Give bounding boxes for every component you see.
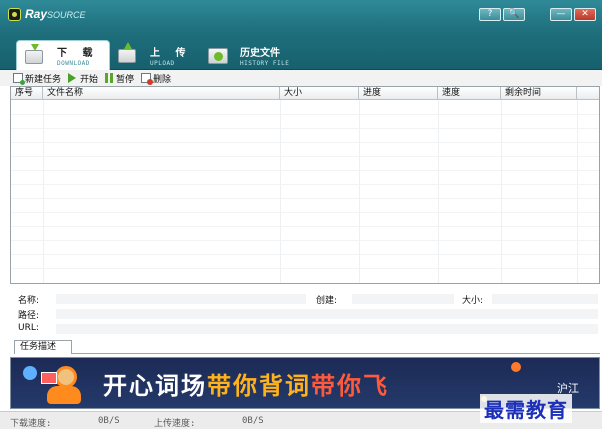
title-bar: RaySOURCE ? 🔍 — ✕ 下 载 DOWNLOAD 上 传 UPLOA…: [0, 0, 602, 70]
column-header-size[interactable]: 大小: [280, 87, 359, 99]
table-body[interactable]: [11, 100, 599, 283]
toolbar: 新建任务 开始 暂停 删除: [0, 70, 602, 86]
history-box-icon: [208, 46, 230, 64]
logo-icon: [8, 7, 21, 21]
divider: [72, 353, 600, 354]
name-label: 名称:: [18, 296, 40, 306]
tab-history-sub: HISTORY FILE: [240, 59, 290, 67]
banner-text-white: 开心词场: [103, 372, 207, 400]
pause-label: 暂停: [116, 74, 135, 85]
logo-main: Ray: [25, 7, 48, 21]
logo-sub: SOURCE: [47, 10, 86, 20]
task-table[interactable]: 序号 文件名称 大小 进度 速度 剩余时间: [10, 86, 600, 284]
planet-decoration: [511, 362, 521, 372]
download-speed-label: 下载速度:: [10, 419, 52, 429]
start-label: 开始: [80, 74, 99, 85]
app-logo: RaySOURCE: [8, 7, 86, 21]
download-box-icon: [25, 43, 47, 65]
delete-button[interactable]: 删除: [141, 72, 171, 85]
minimize-button[interactable]: —: [550, 8, 572, 21]
column-header-filename[interactable]: 文件名称: [43, 87, 280, 99]
play-icon: [68, 73, 77, 83]
path-value: [56, 309, 598, 319]
path-label: 路径:: [18, 311, 40, 321]
created-value: [352, 294, 454, 304]
size-value: [492, 294, 598, 304]
new-task-label: 新建任务: [25, 74, 62, 85]
new-task-button[interactable]: 新建任务: [13, 72, 61, 85]
astronaut-illustration: [41, 362, 87, 406]
column-header-progress[interactable]: 进度: [359, 87, 438, 99]
tab-download-label: 下 载: [57, 48, 99, 59]
help-button[interactable]: ?: [479, 8, 501, 21]
delete-label: 删除: [153, 74, 172, 85]
pause-icon: [105, 73, 114, 83]
url-label: URL:: [18, 323, 39, 333]
column-header-speed[interactable]: 速度: [438, 87, 501, 99]
tab-upload[interactable]: 上 传 UPLOAD: [116, 40, 198, 70]
watermark-text: 最需教育: [480, 394, 572, 423]
tab-download[interactable]: 下 载 DOWNLOAD: [16, 40, 110, 70]
tab-history-label: 历史文件: [240, 47, 280, 59]
banner-text-yellow: 带你背词: [207, 372, 311, 400]
banner-text-red: 带你飞: [311, 372, 389, 400]
close-button[interactable]: ✕: [574, 8, 596, 21]
search-button[interactable]: 🔍: [503, 8, 525, 21]
upload-speed-value: 0B/S: [242, 416, 264, 426]
created-label: 创建:: [316, 296, 338, 306]
tab-download-sub: DOWNLOAD: [57, 60, 90, 67]
tab-upload-label: 上 传: [150, 47, 192, 59]
column-header-index[interactable]: 序号: [11, 87, 43, 99]
tab-upload-sub: UPLOAD: [150, 59, 175, 67]
new-task-icon: [13, 73, 25, 85]
start-button[interactable]: 开始: [68, 72, 98, 85]
column-header-filler: [577, 87, 599, 99]
url-value: [56, 324, 598, 334]
window-bottom-edge: [0, 430, 602, 440]
column-header-remaining[interactable]: 剩余时间: [501, 87, 577, 99]
tab-history[interactable]: 历史文件 HISTORY FILE: [208, 40, 308, 70]
upload-speed-label: 上传速度:: [154, 419, 196, 429]
planet-decoration: [23, 366, 37, 380]
delete-icon: [141, 73, 154, 85]
download-speed-value: 0B/S: [98, 416, 120, 426]
upload-box-icon: [118, 42, 140, 64]
tab-task-description[interactable]: 任务描述: [14, 340, 72, 354]
name-value: [56, 294, 306, 304]
task-details-panel: 名称: 创建: 大小: 路径: URL:: [10, 288, 600, 340]
pause-button[interactable]: 暂停: [105, 72, 134, 85]
size-label: 大小:: [462, 296, 484, 306]
banner-slogan: 开心词场带你背词带你飞: [103, 366, 389, 401]
table-header: 序号 文件名称 大小 进度 速度 剩余时间: [11, 87, 599, 100]
